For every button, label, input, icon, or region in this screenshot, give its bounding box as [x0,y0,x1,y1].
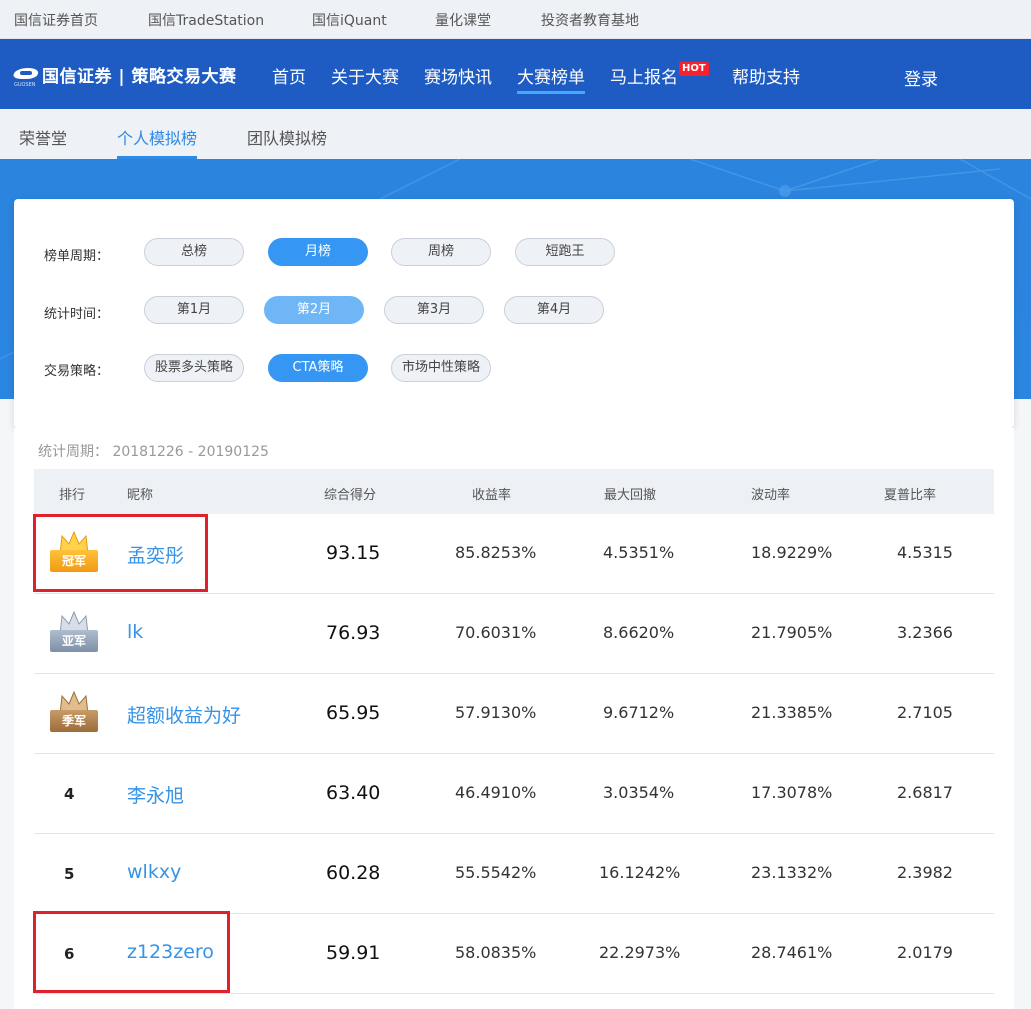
header-max-drawdown: 最大回撤 [604,488,657,503]
topbar-link-guosen-home[interactable]: 国信证券首页 [14,10,98,30]
volatility-value: 21.7905% [751,623,833,642]
return-value: 55.5542% [455,863,537,882]
main-navbar: 国信证券 | 策略交易大赛 GUOSEN 首页 关于大赛 赛场快讯 大赛榜单 马… [0,39,1031,109]
strategy-option-cta[interactable]: CTA策略 [268,354,368,382]
highlight-box-sixth-place [33,911,230,993]
table-row: 季军 超额收益为好 65.95 57.9130% 9.6712% 21.3385… [34,674,994,754]
time-option-month-4[interactable]: 第4月 [504,296,604,324]
score-value: 76.93 [326,622,381,644]
runner-up-label: 亚军 [50,630,98,652]
sharpe-value: 2.6817 [897,783,953,802]
header-nickname: 昵称 [127,488,154,503]
drawdown-value: 9.6712% [603,703,675,722]
period-option-overall[interactable]: 总榜 [144,238,244,266]
table-row: 5 wlkxy 60.28 55.5542% 16.1242% 23.1332%… [34,834,994,914]
volatility-value: 18.9229% [751,543,833,562]
leaderboard-subnav: 荣誉堂 个人模拟榜 团队模拟榜 [0,109,1031,159]
drawdown-value: 4.5351% [603,543,675,562]
sharpe-value: 2.7105 [897,703,953,722]
nickname-link[interactable]: 李永旭 [127,781,184,808]
hot-badge: HOT [679,62,709,76]
tab-individual-simulation[interactable]: 个人模拟榜 [117,125,198,159]
stat-period-text: 统计周期： 20181226 - 20190125 [38,444,269,460]
table-row: 4 李永旭 63.40 46.4910% 3.0354% 17.3078% 2.… [34,754,994,834]
nav-item-about[interactable]: 关于大赛 [331,63,399,88]
time-option-month-1[interactable]: 第1月 [144,296,244,324]
return-value: 70.6031% [455,623,537,642]
nav-item-home[interactable]: 首页 [272,63,306,88]
header-return: 收益率 [472,488,512,503]
guosen-logo-icon [14,66,38,82]
volatility-value: 21.3385% [751,703,833,722]
volatility-value: 17.3078% [751,783,833,802]
tab-hall-of-fame[interactable]: 荣誉堂 [19,125,67,149]
drawdown-value: 3.0354% [603,783,675,802]
drawdown-value: 8.6620% [603,623,675,642]
header-sharpe: 夏普比率 [884,488,937,503]
topbar-link-quant-class[interactable]: 量化课堂 [435,10,491,30]
highlight-box-first-place [33,514,208,592]
drawdown-value: 16.1242% [599,863,681,882]
sharpe-value: 2.0179 [897,943,953,962]
time-option-month-2[interactable]: 第2月 [264,296,364,324]
filter-panel: 榜单周期： 总榜 月榜 周榜 短跑王 统计时间： 第1月 第2月 第3月 第4月… [14,199,1014,428]
nav-item-news[interactable]: 赛场快讯 [424,63,492,88]
period-option-sprint-king[interactable]: 短跑王 [515,238,615,266]
strategy-option-market-neutral[interactable]: 市场中性策略 [391,354,491,382]
nav-item-leaderboard[interactable]: 大赛榜单 [517,63,585,94]
period-option-weekly[interactable]: 周榜 [391,238,491,266]
strategy-option-long-equity[interactable]: 股票多头策略 [144,354,244,382]
site-logo[interactable]: 国信证券 | 策略交易大赛 GUOSEN [14,63,237,89]
time-option-month-3[interactable]: 第3月 [384,296,484,324]
return-value: 58.0835% [455,943,537,962]
topbar-link-iquant[interactable]: 国信iQuant [312,10,387,30]
top-utility-bar: 国信证券首页 国信TradeStation 国信iQuant 量化课堂 投资者教… [0,0,1031,39]
period-option-monthly[interactable]: 月榜 [268,238,368,266]
nav-item-register[interactable]: 马上报名 [610,63,678,88]
nickname-link[interactable]: wlkxy [127,861,181,883]
topbar-link-investor-education[interactable]: 投资者教育基地 [541,10,639,30]
sharpe-value: 4.5315 [897,543,953,562]
volatility-value: 23.1332% [751,863,833,882]
strategy-filter-label: 交易策略： [44,364,110,379]
header-score: 综合得分 [324,488,377,503]
header-volatility: 波动率 [751,488,791,503]
return-value: 85.8253% [455,543,537,562]
header-rank: 排行 [59,488,86,503]
return-value: 46.4910% [455,783,537,802]
nickname-link[interactable]: 超额收益为好 [127,701,241,728]
score-value: 63.40 [326,782,381,804]
volatility-value: 28.7461% [751,943,833,962]
third-place-label: 季军 [50,710,98,732]
score-value: 59.91 [326,942,381,964]
return-value: 57.9130% [455,703,537,722]
table-row: 亚军 lk 76.93 70.6031% 8.6620% 21.7905% 3.… [34,594,994,674]
drawdown-value: 22.2973% [599,943,681,962]
rank-number: 5 [64,865,75,883]
time-filter-label: 统计时间： [44,307,110,322]
nickname-link[interactable]: lk [127,621,143,643]
sharpe-value: 2.3982 [897,863,953,882]
sharpe-value: 3.2366 [897,623,953,642]
site-brand-name: 国信证券 | 策略交易大赛 [42,66,237,87]
tab-team-simulation[interactable]: 团队模拟榜 [247,125,327,149]
site-brand-sub: GUOSEN [14,82,36,88]
nav-item-help[interactable]: 帮助支持 [732,63,800,88]
topbar-link-tradestation[interactable]: 国信TradeStation [148,10,264,30]
period-filter-label: 榜单周期： [44,249,110,264]
table-header: 排行 昵称 综合得分 收益率 最大回撤 波动率 夏普比率 [34,469,994,514]
login-button[interactable]: 登录 [904,65,938,90]
score-value: 93.15 [326,542,381,564]
runner-up-badge: 亚军 [50,610,98,654]
score-value: 65.95 [326,702,381,724]
rank-number: 4 [64,785,75,803]
score-value: 60.28 [326,862,381,884]
third-place-badge: 季军 [50,690,98,734]
